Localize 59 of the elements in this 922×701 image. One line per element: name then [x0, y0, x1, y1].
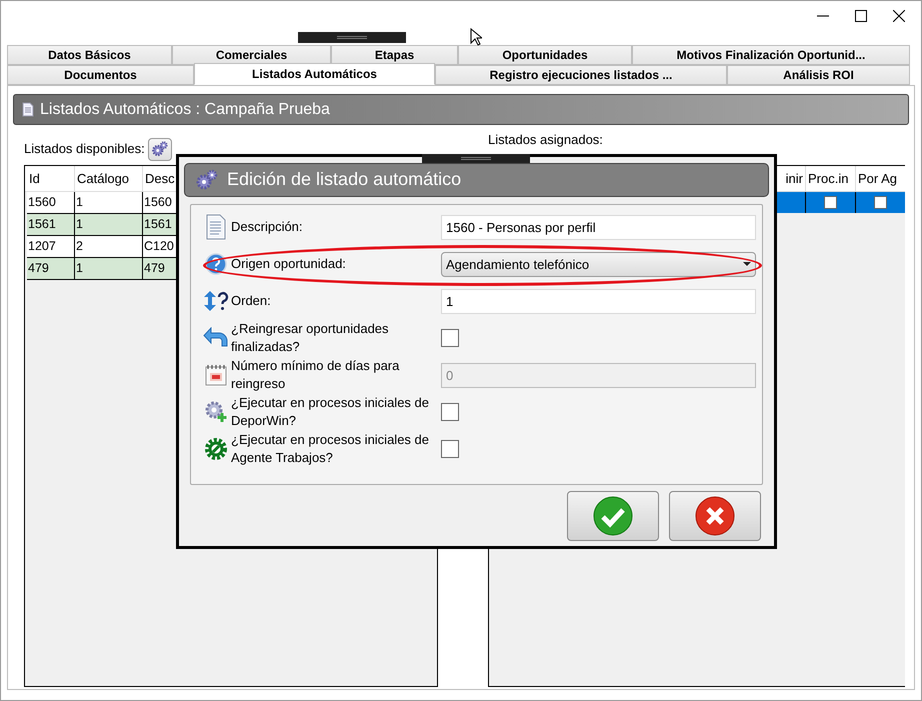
table-cell: 479: [27, 258, 75, 279]
list-label: Listados asignados:: [488, 133, 603, 147]
document-icon: [205, 214, 227, 240]
checkbox[interactable]: [441, 329, 459, 348]
calendar-icon: [204, 363, 228, 388]
tab[interactable]: Listados Automáticos: [194, 63, 435, 85]
text-field[interactable]: 1: [441, 288, 756, 314]
table-cell: 2: [75, 236, 143, 257]
column-header[interactable]: Proc.in: [805, 166, 855, 191]
tab[interactable]: Documentos: [7, 65, 194, 85]
drag-handle[interactable]: [422, 154, 530, 163]
tab[interactable]: Registro ejecuciones listados ...: [435, 65, 727, 85]
table-cell: 1: [75, 214, 143, 235]
checkmark-icon: [593, 496, 633, 536]
help-icon: [205, 253, 227, 276]
field-label: Orden:: [231, 292, 272, 310]
table-cell: 1561: [27, 214, 75, 235]
column-header[interactable]: Id: [27, 166, 75, 191]
column-header[interactable]: Por Ag: [855, 166, 905, 191]
column-header[interactable]: Catálogo: [75, 166, 143, 191]
list-label: Listados disponibles:: [24, 140, 145, 158]
checkbox[interactable]: [824, 196, 837, 209]
caret-icon: [743, 262, 751, 266]
drag-handle[interactable]: [298, 32, 406, 43]
table-cell: 1207: [27, 236, 75, 257]
cancel-button[interactable]: [669, 491, 761, 541]
tab[interactable]: Datos Básicos: [7, 45, 172, 65]
field-label: Número mínimo de días para reingreso: [231, 357, 400, 394]
checkbox[interactable]: [441, 403, 459, 422]
close-icon[interactable]: [893, 10, 905, 22]
accept-button[interactable]: [567, 491, 659, 541]
checkbox[interactable]: [441, 440, 459, 458]
text-field[interactable]: 1560 - Personas por perfil: [441, 214, 756, 240]
gears-icon: [195, 168, 219, 192]
table-cell: 1: [75, 192, 143, 213]
gear-wrench-icon: [204, 437, 228, 462]
field-label: ¿Ejecutar en procesos iniciales de Agente Trabajos?: [231, 431, 430, 468]
table-cell: 1560: [27, 192, 75, 213]
checkbox[interactable]: [874, 196, 887, 209]
sort-order-icon: [203, 290, 229, 312]
field-label: ¿Ejecutar en procesos iniciales de DeporWin?: [231, 394, 430, 430]
cancel-icon: [695, 496, 735, 536]
settings-button[interactable]: [148, 138, 172, 160]
dialog-title: Edición de listado automático: [227, 168, 462, 192]
gear-plus-icon: [204, 400, 228, 424]
undo-arrow-icon: [203, 327, 229, 350]
tab[interactable]: Análisis ROI: [727, 65, 910, 85]
dropdown[interactable]: Agendamiento telefónico: [441, 252, 756, 277]
maximize-icon[interactable]: [855, 10, 867, 22]
field-label: ¿Reingresar oportunidades finalizadas?: [231, 320, 390, 356]
tab[interactable]: Etapas: [331, 45, 458, 65]
tab[interactable]: Comerciales: [172, 45, 331, 65]
tab[interactable]: Motivos Finalización Oportunid...: [632, 45, 910, 65]
table-cell: 1: [75, 258, 143, 279]
document-icon: [22, 102, 34, 117]
section-title: Listados Automáticos : Campaña Prueba: [40, 100, 330, 120]
tab[interactable]: Oportunidades: [458, 45, 632, 65]
gears-icon: [150, 140, 169, 158]
cursor-icon: [470, 28, 482, 46]
